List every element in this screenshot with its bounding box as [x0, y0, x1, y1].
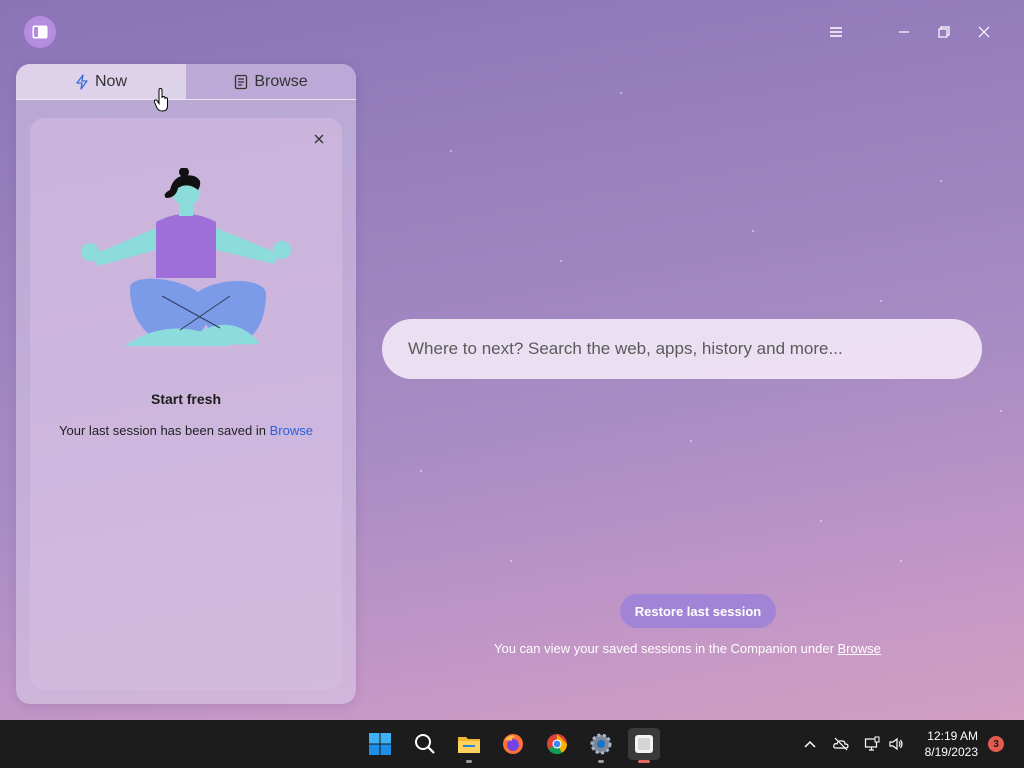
firefox-icon	[503, 734, 523, 754]
network-button[interactable]	[862, 734, 882, 754]
meditation-illustration	[81, 168, 291, 346]
restore-note: You can view your saved sessions in the …	[494, 641, 881, 656]
browser-app-icon	[635, 735, 653, 753]
taskbar-search-button[interactable]	[409, 728, 441, 760]
close-card-icon[interactable]	[312, 132, 326, 146]
close-window-button[interactable]	[974, 22, 994, 42]
gear-icon	[590, 733, 612, 755]
active-indicator	[638, 760, 650, 763]
firefox-button[interactable]	[497, 728, 529, 760]
search-icon	[415, 734, 435, 754]
restore-window-icon	[938, 26, 950, 38]
restore-window-button[interactable]	[934, 22, 954, 42]
windows-logo-icon	[369, 733, 391, 755]
clock-time: 12:19 AM	[927, 729, 978, 743]
companion-tabs: Now Browse	[16, 64, 356, 100]
start-button[interactable]	[364, 728, 396, 760]
card-title: Start fresh	[150, 391, 222, 407]
menu-button[interactable]	[826, 22, 846, 42]
start-fresh-card: Start fresh Your last session has been s…	[30, 118, 342, 690]
card-text-body: Your last session has been saved in	[59, 423, 270, 438]
clock-date: 8/19/2023	[924, 745, 978, 759]
lightning-icon	[76, 73, 88, 90]
speaker-icon	[889, 737, 903, 751]
file-explorer-button[interactable]	[453, 728, 485, 763]
tab-browse-label: Browse	[254, 72, 308, 90]
onedrive-button[interactable]	[831, 734, 851, 754]
tab-browse[interactable]: Browse	[186, 64, 356, 99]
volume-button[interactable]	[886, 734, 906, 754]
folder-icon	[458, 737, 480, 753]
taskbar: 12:19 AM 8/19/2023 3	[0, 720, 1024, 768]
companion-panel: Now Browse Start fresh Your last session…	[16, 64, 356, 704]
mouse-pointer-icon	[154, 88, 168, 112]
search-input[interactable]: Where to next? Search the web, apps, his…	[382, 319, 982, 379]
settings-button[interactable]	[585, 728, 617, 763]
tab-now-label: Now	[94, 72, 127, 90]
network-icon	[864, 736, 880, 751]
taskbar-clock[interactable]: 12:19 AM 8/19/2023	[925, 728, 978, 760]
sidebar-toggle-button[interactable]	[24, 16, 56, 48]
restore-note-text: You can view your saved sessions in the …	[494, 641, 838, 656]
search-placeholder: Where to next? Search the web, apps, his…	[408, 339, 843, 358]
sidebar-icon	[32, 25, 48, 39]
notification-badge[interactable]: 3	[988, 736, 1004, 752]
minimize-button[interactable]	[894, 22, 914, 42]
hamburger-icon	[830, 27, 842, 37]
minimize-icon	[899, 31, 909, 33]
chrome-icon	[547, 734, 568, 755]
browse-note-link[interactable]: Browse	[838, 641, 881, 656]
restore-session-button[interactable]: Restore last session	[620, 594, 776, 628]
browse-link[interactable]: Browse	[270, 423, 313, 438]
show-hidden-icons-button[interactable]	[800, 734, 820, 754]
chevron-up-icon	[804, 740, 816, 748]
cloud-offline-icon	[833, 737, 849, 751]
running-indicator	[466, 760, 472, 763]
card-text: Your last session has been saved in Brow…	[30, 423, 342, 438]
running-indicator	[598, 760, 604, 763]
document-icon	[235, 74, 248, 89]
close-icon	[978, 26, 990, 38]
arc-browser-button[interactable]	[628, 728, 660, 763]
chrome-button[interactable]	[541, 728, 573, 760]
